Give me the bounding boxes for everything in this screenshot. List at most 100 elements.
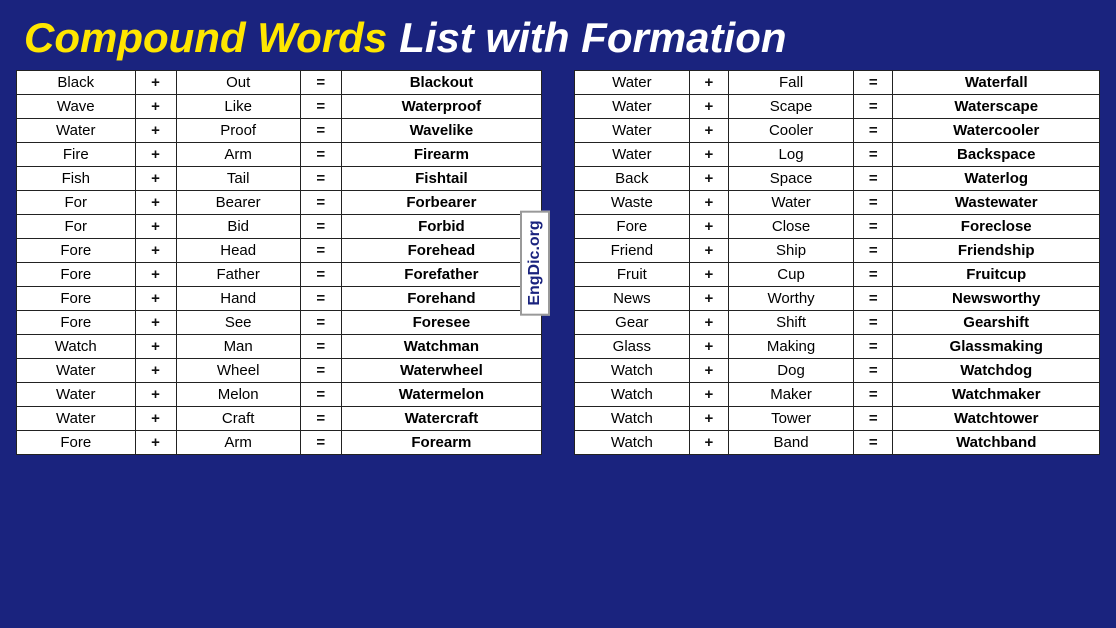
word2: Dog	[728, 359, 853, 383]
plus-operator: +	[135, 95, 176, 119]
equals-operator: =	[854, 71, 893, 95]
compound-word: Gearshift	[893, 311, 1100, 335]
word1: Fire	[17, 143, 136, 167]
compound-word: Waterfall	[893, 71, 1100, 95]
equals-operator: =	[854, 119, 893, 143]
table-row: Water+Proof=Wavelike	[17, 119, 542, 143]
word1: Water	[575, 95, 690, 119]
equals-operator: =	[854, 335, 893, 359]
table-row: Fore+Head=Forehead	[17, 239, 542, 263]
plus-operator: +	[135, 143, 176, 167]
word1: For	[17, 191, 136, 215]
plus-operator: +	[135, 383, 176, 407]
table-row: Fore+Arm=Forearm	[17, 431, 542, 455]
word1: Fore	[17, 431, 136, 455]
compound-word: Watchmaker	[893, 383, 1100, 407]
plus-operator: +	[689, 191, 728, 215]
word2: Hand	[176, 287, 300, 311]
word1: Fish	[17, 167, 136, 191]
word1: Water	[575, 143, 690, 167]
word1: Black	[17, 71, 136, 95]
equals-operator: =	[300, 191, 341, 215]
compound-word: Watercooler	[893, 119, 1100, 143]
plus-operator: +	[689, 431, 728, 455]
compound-word: Watermelon	[341, 383, 541, 407]
plus-operator: +	[689, 287, 728, 311]
equals-operator: =	[854, 215, 893, 239]
plus-operator: +	[135, 215, 176, 239]
word2: Maker	[728, 383, 853, 407]
compound-word: Fruitcup	[893, 263, 1100, 287]
compound-word: Firearm	[341, 143, 541, 167]
plus-operator: +	[135, 359, 176, 383]
compound-word: Forefather	[341, 263, 541, 287]
tables-container: Black+Out=BlackoutWave+Like=WaterproofWa…	[16, 70, 1100, 455]
watermark: EngDic.org	[520, 210, 550, 315]
table-row: For+Bearer=Forbearer	[17, 191, 542, 215]
equals-operator: =	[854, 431, 893, 455]
compound-word: Foreclose	[893, 215, 1100, 239]
table-row: Fore+Hand=Forehand	[17, 287, 542, 311]
word1: Water	[17, 359, 136, 383]
equals-operator: =	[300, 95, 341, 119]
word2: Like	[176, 95, 300, 119]
word2: Cup	[728, 263, 853, 287]
table-row: Fore+Close=Foreclose	[575, 215, 1100, 239]
equals-operator: =	[300, 431, 341, 455]
compound-word: Newsworthy	[893, 287, 1100, 311]
word2: Close	[728, 215, 853, 239]
word2: Craft	[176, 407, 300, 431]
equals-operator: =	[300, 119, 341, 143]
word2: Scape	[728, 95, 853, 119]
title-white: List with Formation	[399, 14, 786, 62]
word1: Watch	[575, 407, 690, 431]
word2: Fall	[728, 71, 853, 95]
equals-operator: =	[854, 359, 893, 383]
equals-operator: =	[854, 287, 893, 311]
table-row: Waste+Water=Wastewater	[575, 191, 1100, 215]
table-row: Watch+Maker=Watchmaker	[575, 383, 1100, 407]
compound-word: Watchtower	[893, 407, 1100, 431]
word2: Tail	[176, 167, 300, 191]
table-row: Glass+Making=Glassmaking	[575, 335, 1100, 359]
equals-operator: =	[300, 215, 341, 239]
compound-word: Foresee	[341, 311, 541, 335]
word2: Father	[176, 263, 300, 287]
word1: Fore	[575, 215, 690, 239]
compound-word: Fishtail	[341, 167, 541, 191]
equals-operator: =	[300, 407, 341, 431]
right-table: Water+Fall=WaterfallWater+Scape=Watersca…	[574, 70, 1100, 455]
word2: Man	[176, 335, 300, 359]
table-row: Watch+Tower=Watchtower	[575, 407, 1100, 431]
plus-operator: +	[689, 143, 728, 167]
table-row: News+Worthy=Newsworthy	[575, 287, 1100, 311]
table-row: Friend+Ship=Friendship	[575, 239, 1100, 263]
page-title: Compound Words List with Formation	[16, 10, 1100, 70]
word2: Tower	[728, 407, 853, 431]
table-row: Fish+Tail=Fishtail	[17, 167, 542, 191]
word2: See	[176, 311, 300, 335]
plus-operator: +	[135, 311, 176, 335]
table-row: Fore+Father=Forefather	[17, 263, 542, 287]
compound-word: Forbearer	[341, 191, 541, 215]
plus-operator: +	[689, 167, 728, 191]
table-row: Fruit+Cup=Fruitcup	[575, 263, 1100, 287]
equals-operator: =	[300, 71, 341, 95]
compound-word: Watercraft	[341, 407, 541, 431]
equals-operator: =	[854, 143, 893, 167]
compound-word: Forbid	[341, 215, 541, 239]
plus-operator: +	[135, 263, 176, 287]
equals-operator: =	[300, 311, 341, 335]
equals-operator: =	[300, 335, 341, 359]
plus-operator: +	[689, 71, 728, 95]
word2: Bid	[176, 215, 300, 239]
word2: Melon	[176, 383, 300, 407]
word2: Worthy	[728, 287, 853, 311]
word2: Space	[728, 167, 853, 191]
equals-operator: =	[854, 407, 893, 431]
word1: Fore	[17, 239, 136, 263]
table-row: Water+Craft=Watercraft	[17, 407, 542, 431]
compound-word: Forehead	[341, 239, 541, 263]
word1: Fruit	[575, 263, 690, 287]
table-row: Water+Scape=Waterscape	[575, 95, 1100, 119]
